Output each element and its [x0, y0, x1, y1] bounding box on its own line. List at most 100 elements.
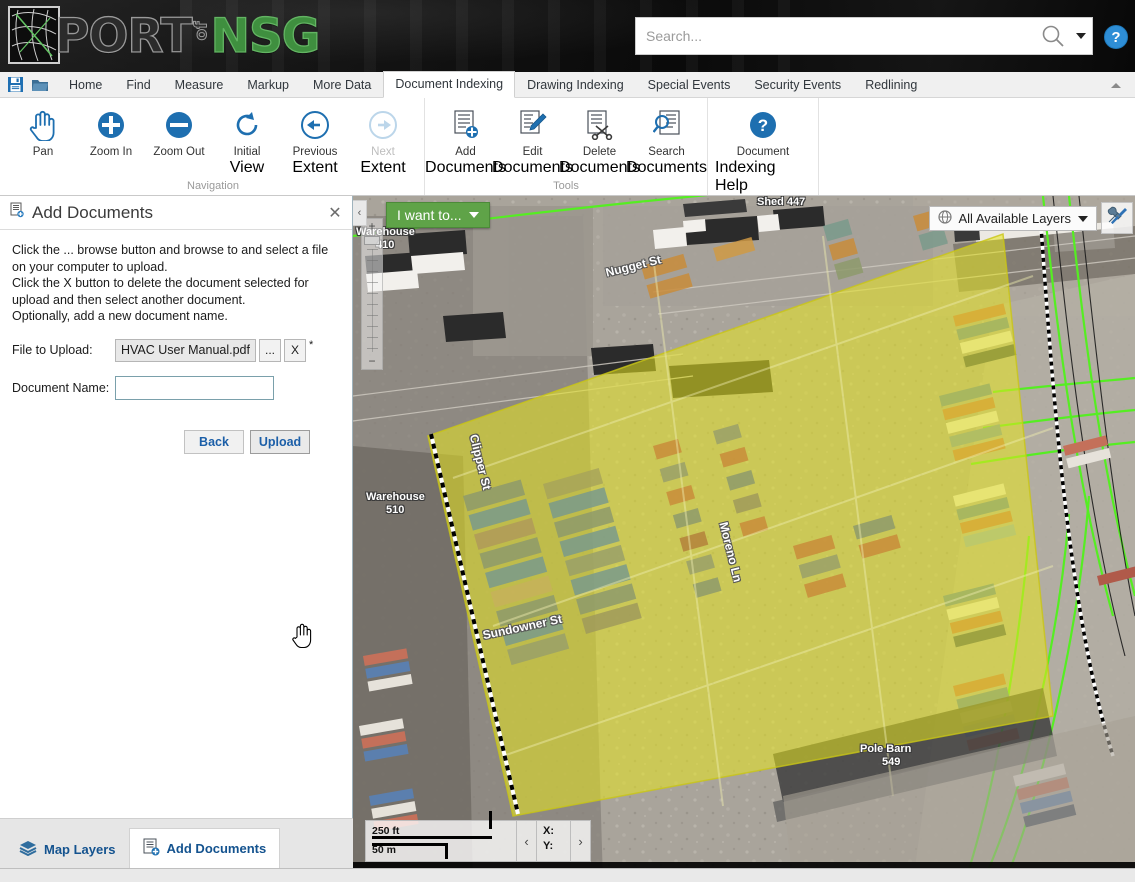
- panel-tab-add-documents[interactable]: Add Documents: [128, 828, 281, 868]
- document-name-input[interactable]: [115, 375, 274, 400]
- ribbon-group-items: Pan Zoom In Zoom Out Initial View Previous Ext…: [9, 102, 417, 179]
- coordinate-next-button[interactable]: ›: [571, 820, 591, 862]
- ribbon-button-label: Search: [648, 146, 685, 158]
- ribbon-button-add-documents[interactable]: Add Documents: [425, 102, 506, 177]
- ribbon-tab-markup[interactable]: Markup: [235, 72, 301, 98]
- ribbon-group-label: Navigation: [187, 180, 239, 192]
- zoom-slider-handle[interactable]: [364, 236, 380, 245]
- ribbon-tab-measure[interactable]: Measure: [163, 72, 236, 98]
- arrow-right-circle-icon: [369, 107, 397, 143]
- ribbon-group-items: ? Document Indexing Help: [715, 102, 811, 195]
- ribbon-tab-special-events[interactable]: Special Events: [636, 72, 743, 98]
- document-search-icon: [652, 107, 681, 143]
- chevron-left-icon: ‹: [524, 833, 529, 849]
- ribbon-button-label: Delete: [582, 146, 617, 158]
- ribbon-collapse-button[interactable]: [1107, 76, 1125, 94]
- ribbon-button-edit-documents[interactable]: Edit Documents: [492, 102, 573, 177]
- required-marker: *: [309, 338, 314, 351]
- ribbon-tab-redlining[interactable]: Redlining: [853, 72, 929, 98]
- refresh-circle-icon: [233, 107, 261, 143]
- ribbon-tab-find[interactable]: Find: [114, 72, 162, 98]
- ribbon-button-document-indexing-help[interactable]: ? Document Indexing Help: [715, 102, 811, 195]
- quick-access-toolbar: [4, 75, 57, 97]
- ribbon-button-label: Previous: [292, 146, 338, 158]
- ribbon-tabs: Home Find Measure Markup More Data Document I…: [57, 71, 929, 98]
- hand-pan-icon: [28, 107, 58, 143]
- document-add-icon: [10, 202, 24, 223]
- ribbon-tab-security-events[interactable]: Security Events: [742, 72, 853, 98]
- scale-feet-bar: [372, 835, 492, 839]
- zoom-slider[interactable]: + −: [361, 218, 383, 370]
- application-window: PORTofNSG ?: [0, 0, 1135, 882]
- coord-x-label: X:: [543, 825, 554, 837]
- ribbon-button-label: Next: [371, 146, 395, 158]
- panel-title: Add Documents: [32, 202, 153, 222]
- ribbon-group-tools: Add Documents Edit Documents Delete Documents…: [425, 98, 708, 195]
- panel-tab-map-layers[interactable]: Map Layers: [6, 830, 129, 868]
- ribbon-button-zoom-out[interactable]: Zoom Out: [145, 102, 213, 159]
- back-button[interactable]: Back: [184, 429, 244, 454]
- document-add-icon: [452, 107, 480, 143]
- zoom-slider-track[interactable]: [366, 249, 378, 352]
- close-icon[interactable]: ✕: [326, 204, 344, 222]
- panel-instructions: Click the ... browse button and browse t…: [12, 242, 340, 325]
- ribbon-button-label: Zoom Out: [153, 146, 205, 158]
- ribbon-group-label: Tools: [553, 180, 579, 192]
- search-input[interactable]: [636, 19, 1036, 53]
- ribbon-tab-home[interactable]: Home: [57, 72, 114, 98]
- coord-y-label: Y:: [543, 840, 554, 852]
- map-grid-logo-icon: [8, 6, 60, 64]
- delete-file-button[interactable]: X: [284, 338, 306, 362]
- open-folder-icon[interactable]: [30, 75, 49, 94]
- globe-icon: [937, 210, 952, 227]
- map-view[interactable]: Shed 447 Warehouse 410 Warehouse 510 Pole Bar…: [353, 196, 1135, 868]
- ribbon-tab-document-indexing[interactable]: Document Indexing: [383, 71, 516, 98]
- zoom-in-button[interactable]: +: [368, 219, 375, 234]
- ribbon-button-previous-extent[interactable]: Previous Extent: [281, 102, 349, 177]
- i-want-to-label: I want to...: [397, 207, 462, 223]
- browse-button[interactable]: ...: [259, 338, 281, 362]
- layer-selector-label: All Available Layers: [958, 211, 1072, 226]
- panel-collapse-button[interactable]: ‹: [353, 200, 367, 226]
- minus-circle-icon: [165, 107, 193, 143]
- ribbon-button-label: Zoom In: [89, 146, 133, 158]
- i-want-to-button[interactable]: I want to...: [386, 202, 490, 228]
- panel-tabs: Map Layers Add Documents: [0, 818, 353, 868]
- ribbon-tab-drawing-indexing[interactable]: Drawing Indexing: [515, 72, 636, 98]
- upload-button[interactable]: Upload: [250, 429, 310, 454]
- help-button[interactable]: ?: [1104, 25, 1128, 49]
- ribbon-button-search-documents[interactable]: Search Documents: [626, 102, 707, 177]
- file-to-upload-label: File to Upload:: [12, 343, 93, 357]
- panel-tab-label: Map Layers: [44, 841, 116, 857]
- ribbon-tab-more-data[interactable]: More Data: [301, 72, 383, 98]
- ribbon-button-next-extent: Next Extent: [349, 102, 417, 177]
- scale-prev-button[interactable]: ‹: [517, 820, 537, 862]
- chevron-right-icon: ›: [578, 833, 583, 849]
- chevron-up-icon: [1111, 82, 1121, 88]
- wrench-screwdriver-icon: [1106, 205, 1128, 232]
- ribbon-tabbar: Home Find Measure Markup More Data Document I…: [0, 71, 1135, 98]
- scale-bar: 250 ft 50 m: [365, 811, 517, 862]
- layer-selector[interactable]: All Available Layers: [928, 206, 1097, 231]
- ribbon-button-initial-view[interactable]: Initial View: [213, 102, 281, 177]
- document-edit-icon: [519, 107, 547, 143]
- ribbon-button-zoom-in[interactable]: Zoom In: [77, 102, 145, 159]
- map-tools-button[interactable]: [1101, 202, 1133, 234]
- ribbon-button-pan[interactable]: Pan: [9, 102, 77, 159]
- document-name-row: Document Name:: [12, 375, 340, 400]
- side-panel: Add Documents ✕ Click the ... browse but…: [0, 196, 353, 868]
- help-circle-icon: ?: [748, 107, 778, 143]
- aerial-map-imagery[interactable]: [353, 196, 1135, 868]
- ribbon-button-label-line2: View: [229, 159, 265, 176]
- ribbon-group-help: ?DocumentIndexing HelpHelp: [708, 98, 819, 208]
- save-icon[interactable]: [6, 75, 25, 94]
- ribbon-button-delete-documents[interactable]: Delete Documents: [559, 102, 640, 177]
- zoom-out-button[interactable]: −: [368, 354, 375, 369]
- ribbon-group-items: Add Documents Edit Documents Delete Documents…: [425, 102, 707, 179]
- search-box[interactable]: [635, 17, 1093, 55]
- search-dropdown-button[interactable]: [1070, 18, 1092, 54]
- search-icon[interactable]: [1036, 18, 1070, 54]
- instruction-line-3: Optionally, add a new document name.: [12, 309, 228, 323]
- scale-feet-row: 250 ft: [372, 811, 510, 839]
- ribbon-button-label: Document: [736, 146, 790, 158]
